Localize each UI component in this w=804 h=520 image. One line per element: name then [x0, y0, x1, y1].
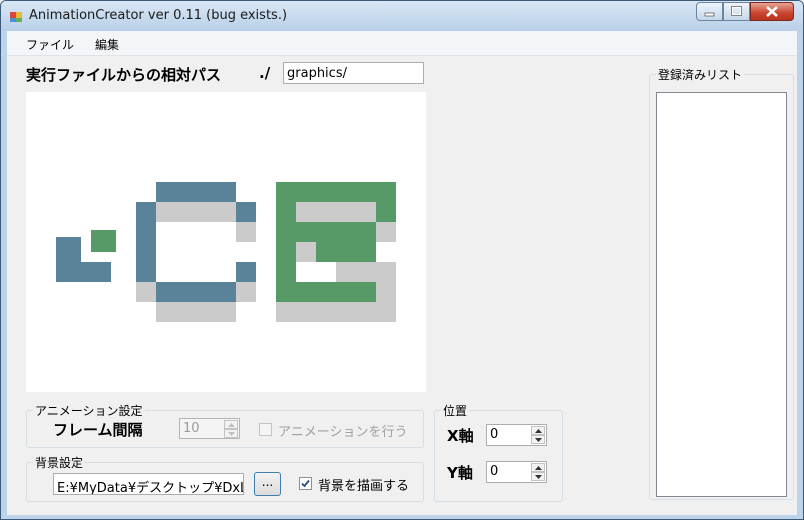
frame-interval-spin[interactable] — [224, 420, 238, 438]
spin-down-icon[interactable] — [531, 435, 545, 444]
title-bar[interactable]: AnimationCreator ver 0.11 (bug exists.) — [1, 1, 803, 31]
y-axis-spin[interactable] — [531, 463, 545, 481]
preview-canvas[interactable] — [26, 92, 426, 392]
x-axis-label: X軸 — [447, 427, 474, 445]
close-icon — [766, 6, 778, 17]
relative-path-label: 実行ファイルからの相対パス — [26, 66, 222, 84]
draw-background-checkbox[interactable] — [299, 477, 312, 490]
preview-logo — [56, 182, 396, 322]
y-axis-label: Y軸 — [447, 464, 473, 482]
y-axis-stepper[interactable]: 0 — [486, 461, 547, 483]
maximize-icon — [731, 6, 742, 16]
spin-up-icon[interactable] — [531, 463, 545, 472]
frame-interval-label: フレーム間隔 — [53, 421, 143, 439]
logo-c-shape — [56, 182, 256, 302]
client-area: ファイル 編集 実行ファイルからの相対パス ./ graphics/ アニメーシ… — [7, 31, 797, 515]
animation-settings-group: アニメーション設定 フレーム間隔 10 アニメーションを行う — [26, 402, 424, 448]
maximize-button[interactable] — [723, 2, 750, 21]
background-path-input[interactable]: E:¥MyData¥デスクトップ¥DxL — [53, 473, 244, 495]
position-group: 位置 X軸 0 Y軸 0 — [434, 402, 563, 502]
app-icon — [10, 12, 22, 22]
background-settings-group: 背景設定 E:¥MyData¥デスクトップ¥DxL ... 背景を描画する — [26, 454, 424, 502]
close-button[interactable] — [750, 2, 794, 21]
spin-down-icon[interactable] — [224, 429, 238, 438]
y-axis-value: 0 — [490, 464, 499, 479]
spin-up-icon[interactable] — [531, 426, 545, 435]
browse-button[interactable]: ... — [254, 472, 281, 496]
app-window: AnimationCreator ver 0.11 (bug exists.) … — [0, 0, 804, 520]
menu-bar: ファイル 編集 — [7, 31, 797, 56]
background-settings-title: 背景設定 — [33, 454, 86, 471]
path-prefix: ./ — [259, 64, 271, 82]
animate-checkbox[interactable] — [259, 423, 272, 436]
x-axis-stepper[interactable]: 0 — [486, 424, 547, 446]
relative-path-input[interactable]: graphics/ — [283, 62, 424, 84]
frame-interval-value: 10 — [183, 421, 200, 436]
draw-background-label: 背景を描画する — [318, 479, 410, 494]
minimize-button[interactable] — [696, 2, 723, 21]
spin-down-icon[interactable] — [531, 472, 545, 481]
minimize-icon — [704, 12, 715, 17]
registered-list-title: 登録済みリスト — [656, 66, 745, 83]
x-axis-spin[interactable] — [531, 426, 545, 444]
frame-interval-stepper[interactable]: 10 — [179, 418, 240, 439]
position-title: 位置 — [441, 402, 470, 419]
spin-up-icon[interactable] — [224, 420, 238, 429]
x-axis-value: 0 — [490, 427, 499, 442]
window-title: AnimationCreator ver 0.11 (bug exists.) — [29, 8, 288, 23]
menu-file[interactable]: ファイル — [26, 36, 74, 53]
animate-checkbox-label: アニメーションを行う — [278, 425, 408, 440]
menu-edit[interactable]: 編集 — [95, 36, 119, 53]
registered-list[interactable] — [656, 92, 787, 497]
checkmark-icon — [301, 479, 310, 488]
animation-settings-title: アニメーション設定 — [33, 402, 145, 419]
